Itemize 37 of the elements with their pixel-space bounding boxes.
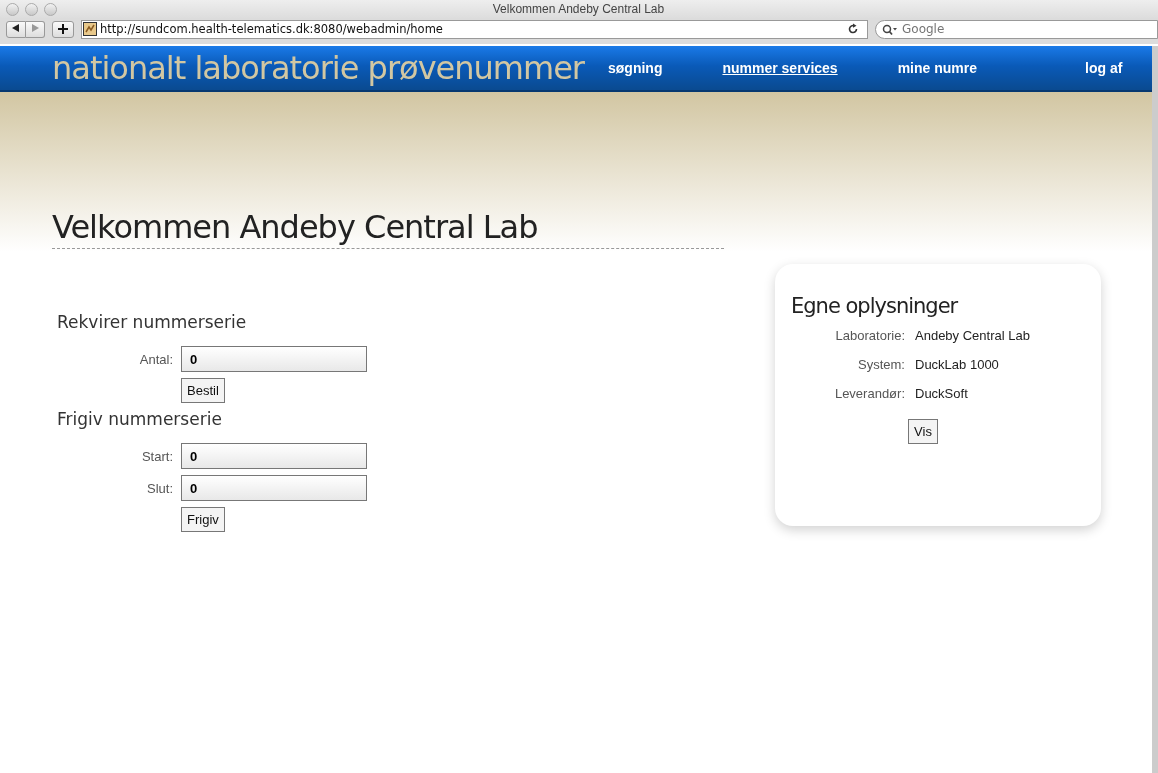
info-label: Laboratorie: [834,328,905,343]
window-title: Velkommen Andeby Central Lab [492,2,665,16]
field-label: Antal: [138,351,173,367]
section-title: Frigiv nummerserie [57,409,223,429]
zoom-window-button[interactable] [44,2,57,16]
search-field[interactable]: Google [875,19,1158,39]
card-title: Egne oplysninger [791,294,959,318]
nav-link[interactable]: mine numre [897,60,977,76]
address-field[interactable]: http://sundcom.health-telematics.dk:8080/webadmin/home [81,19,868,39]
right-triangle-icon [31,24,39,32]
add-bookmark-button[interactable] [52,20,74,38]
back-button[interactable] [6,20,26,38]
show-button[interactable]: Vis [908,419,938,444]
submit-button[interactable]: Bestil [181,378,225,403]
info-label: Leverandør: [833,386,905,401]
input-field[interactable]: 0 [181,443,367,469]
nav-link[interactable]: log af [1085,60,1123,76]
nav-link[interactable]: søgning [608,60,663,76]
favicon-icon [83,22,97,36]
site-logo[interactable]: nationalt laboratorie prøvenummer [52,49,584,87]
close-window-button[interactable] [6,2,19,16]
minimize-window-button[interactable] [25,2,38,16]
left-triangle-icon [12,24,20,32]
info-value: DuckLab 1000 [915,357,999,372]
field-label: Start: [140,448,173,464]
page-heading: Velkommen Andeby Central Lab [52,208,724,249]
info-label: System: [857,357,905,372]
section-title: Rekvirer nummerserie [57,312,248,332]
reload-icon[interactable] [847,23,859,35]
info-value: DuckSoft [915,386,968,401]
input-field[interactable]: 0 [181,475,367,501]
nav-link[interactable]: nummer services [722,60,838,76]
input-field[interactable]: 0 [181,346,367,372]
plus-icon [58,24,68,34]
field-label: Slut: [146,480,173,496]
info-value: Andeby Central Lab [915,328,1030,343]
submit-button[interactable]: Frigiv [181,507,225,532]
